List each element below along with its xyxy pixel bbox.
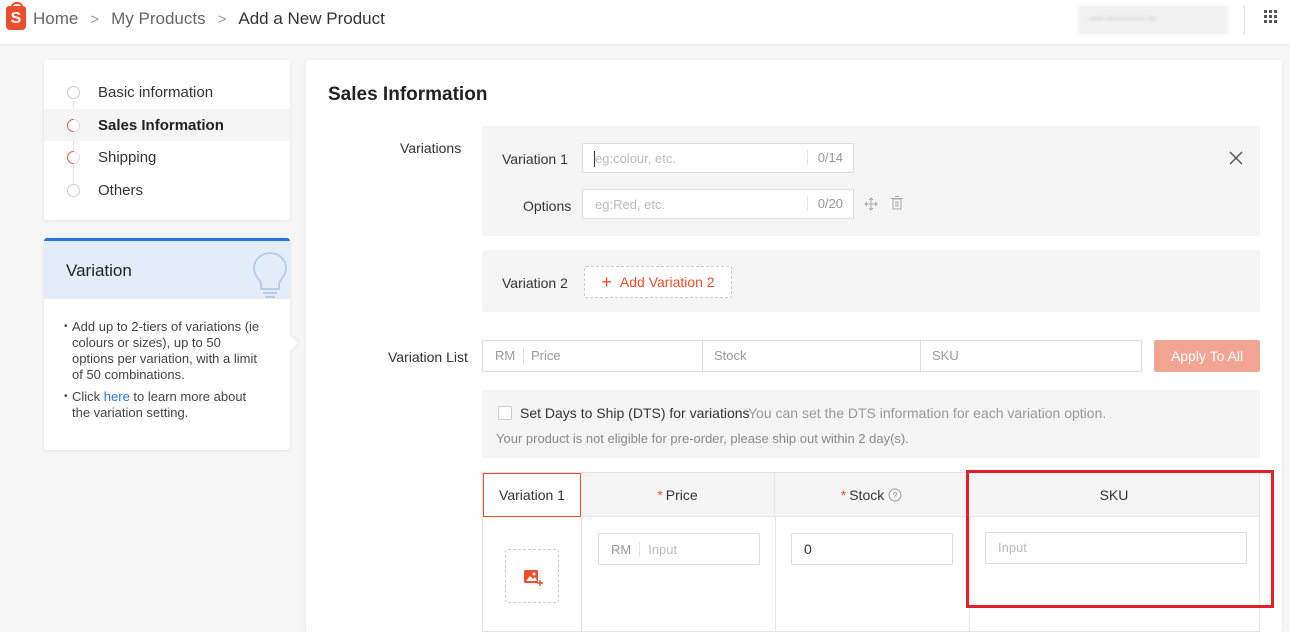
column-label: Price bbox=[665, 486, 698, 503]
dts-checkbox[interactable] bbox=[498, 406, 512, 420]
dts-panel: Set Days to Ship (DTS) for variations Yo… bbox=[482, 390, 1260, 458]
required-mark: * bbox=[657, 486, 663, 503]
breadcrumb-home[interactable]: Home bbox=[33, 9, 78, 29]
breadcrumb-my-products[interactable]: My Products bbox=[111, 9, 205, 29]
variation-1-label: Variation 1 bbox=[502, 151, 568, 167]
nav-item-basic-information[interactable]: Basic information bbox=[44, 76, 290, 108]
add-variation-2-label: Add Variation 2 bbox=[619, 274, 715, 290]
add-variation-2-button[interactable]: + Add Variation 2 bbox=[584, 266, 732, 298]
column-header-stock: * Stock ? bbox=[775, 473, 969, 517]
required-mark: * bbox=[840, 486, 847, 503]
variation-list-label: Variation List bbox=[388, 349, 468, 365]
variation-1-name-input[interactable]: eg:colour, etc. 0/14 bbox=[582, 143, 854, 173]
shopee-logo[interactable]: S bbox=[6, 2, 26, 30]
nav-item-sales-information[interactable]: Sales Information bbox=[44, 109, 290, 141]
batch-sku-input[interactable]: SKU bbox=[932, 341, 1132, 371]
nav-item-label: Shipping bbox=[98, 148, 157, 166]
column-header-price: * Price bbox=[581, 473, 775, 517]
dts-note: Your product is not eligible for pre-ord… bbox=[496, 431, 909, 446]
plus-icon: + bbox=[601, 271, 612, 292]
stock-input[interactable]: 0 bbox=[791, 533, 953, 565]
column-divider bbox=[775, 517, 776, 632]
top-bar: S Home > My Products > Add a New Product… bbox=[0, 0, 1290, 44]
variation-1-panel: Variation 1 eg:colour, etc. 0/14 Options… bbox=[482, 126, 1260, 236]
options-label: Options bbox=[523, 198, 572, 214]
breadcrumb-separator: > bbox=[217, 10, 227, 28]
section-title: Sales Information bbox=[328, 84, 488, 105]
variations-label: Variations bbox=[400, 140, 462, 156]
breadcrumb: Home > My Products > Add a New Product bbox=[33, 9, 385, 29]
progress-circle-icon bbox=[67, 183, 80, 197]
char-counter: 0/14 bbox=[806, 150, 843, 165]
nav-item-others[interactable]: Others bbox=[44, 174, 290, 206]
variation-tip-card: Variation Add up to 2-tiers of variation… bbox=[44, 238, 290, 450]
field-divider bbox=[920, 341, 921, 371]
close-icon[interactable] bbox=[1228, 150, 1244, 166]
input-placeholder: eg:Red, etc. bbox=[595, 197, 666, 212]
option-input[interactable]: eg:Red, etc. 0/20 bbox=[582, 189, 854, 219]
currency-prefix: RM bbox=[495, 348, 516, 363]
help-icon[interactable]: ? bbox=[888, 488, 902, 502]
lightbulb-icon bbox=[252, 251, 288, 298]
progress-circle-icon bbox=[64, 147, 83, 167]
column-label: Stock bbox=[849, 486, 885, 503]
currency-prefix: RM bbox=[611, 542, 641, 557]
tip-bullet: Click here to learn more about the varia… bbox=[64, 389, 264, 421]
input-placeholder: Input bbox=[648, 542, 678, 557]
batch-stock-input[interactable]: Stock bbox=[714, 341, 914, 371]
dts-label[interactable]: Set Days to Ship (DTS) for variations bbox=[520, 405, 750, 421]
sku-highlight-box bbox=[966, 470, 1274, 608]
dts-hint: You can set the DTS information for each… bbox=[748, 405, 1107, 421]
variation-2-label: Variation 2 bbox=[502, 275, 568, 291]
price-input[interactable]: RM Input bbox=[598, 533, 760, 565]
section-nav: Basic information Sales Information Ship… bbox=[44, 60, 290, 220]
breadcrumb-separator: > bbox=[90, 10, 100, 28]
topbar-divider bbox=[1244, 6, 1245, 34]
input-placeholder: eg:colour, etc. bbox=[595, 151, 676, 166]
tip-title: Variation bbox=[66, 261, 132, 280]
tip-text: Click bbox=[72, 389, 104, 404]
nav-item-label: Sales Information bbox=[98, 116, 224, 134]
variation-image-upload[interactable] bbox=[505, 549, 559, 603]
batch-edit-row: RM Price Stock SKU bbox=[482, 340, 1142, 372]
drag-move-icon[interactable] bbox=[864, 197, 878, 211]
breadcrumb-current: Add a New Product bbox=[238, 9, 385, 28]
field-divider bbox=[702, 341, 703, 371]
learn-more-link[interactable]: here bbox=[104, 389, 130, 404]
svg-text:?: ? bbox=[893, 490, 898, 500]
tip-bullet: Add up to 2-tiers of variations (ie colo… bbox=[64, 319, 264, 383]
char-counter: 0/20 bbox=[806, 196, 843, 211]
nav-item-label: Basic information bbox=[98, 83, 214, 101]
nav-item-shipping[interactable]: Shipping bbox=[44, 141, 290, 173]
tip-header: Variation bbox=[44, 241, 290, 299]
tip-list: Add up to 2-tiers of variations (ie colo… bbox=[64, 319, 264, 427]
add-image-icon bbox=[524, 570, 543, 586]
column-divider bbox=[581, 517, 582, 632]
nav-item-label: Others bbox=[98, 181, 144, 199]
apply-to-all-button[interactable]: Apply To All bbox=[1154, 340, 1260, 372]
field-divider bbox=[523, 348, 524, 364]
progress-circle-icon bbox=[67, 85, 80, 99]
user-account-chip[interactable]: •••• ••••••••••• •• bbox=[1078, 6, 1228, 34]
column-label: Variation 1 bbox=[499, 487, 565, 503]
column-header-variation-1: Variation 1 bbox=[483, 473, 581, 517]
progress-circle-icon bbox=[64, 115, 83, 135]
trash-icon[interactable] bbox=[891, 196, 903, 210]
batch-price-input[interactable]: Price bbox=[531, 341, 701, 371]
apps-grid-icon[interactable] bbox=[1264, 10, 1278, 24]
